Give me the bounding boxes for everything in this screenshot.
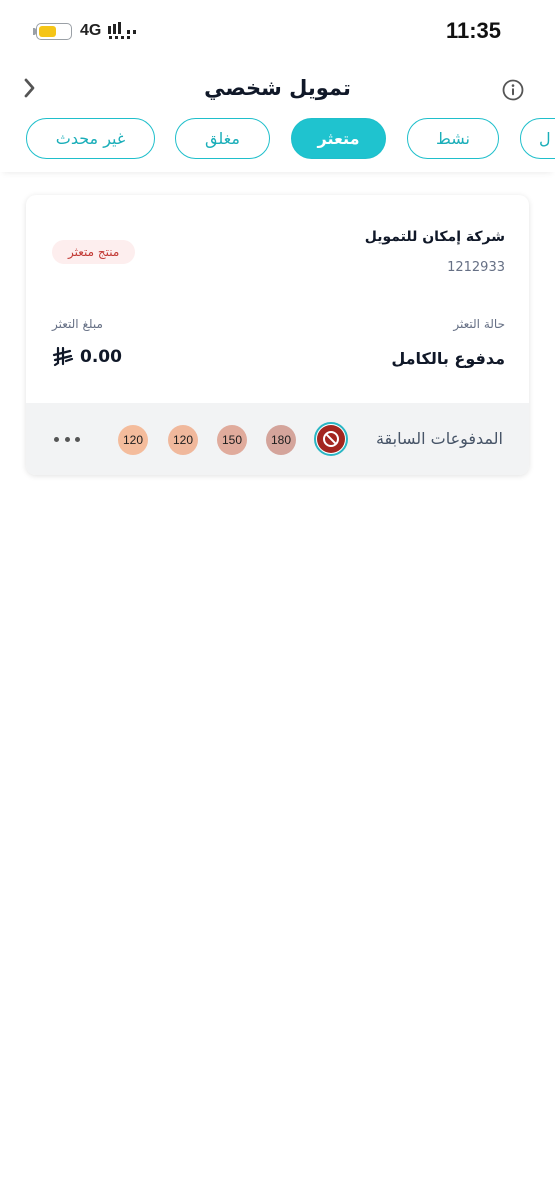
more-dots-icon[interactable] (54, 427, 80, 451)
network-type: 4G (80, 22, 102, 39)
tab-not-updated[interactable]: غير محدث (26, 118, 155, 159)
filter-tabs: غير محدث مغلق متعثر نشط ل (0, 118, 555, 172)
reference-number: 1212933 (447, 260, 505, 275)
payment-circle: 120 (118, 425, 148, 455)
tab-all[interactable]: ل (520, 118, 555, 159)
company-name: شركة إمكان للتمويل (364, 229, 505, 245)
previous-payments-label: المدفوعات السابقة (375, 429, 503, 448)
default-status-value: مدفوع بالكامل (391, 349, 505, 368)
riyal-symbol-icon (52, 347, 74, 367)
clock: 11:35 (445, 18, 501, 43)
tab-active[interactable]: نشط (407, 118, 499, 159)
amount-value: 0.00 (80, 347, 122, 367)
default-status-label: حالة التعثر (453, 317, 505, 331)
payment-circle: 180 (266, 425, 296, 455)
payment-circle: 150 (217, 425, 247, 455)
info-icon[interactable] (501, 78, 525, 102)
battery-tip (33, 28, 36, 35)
blocked-icon (314, 422, 348, 456)
battery-icon (36, 23, 72, 40)
tab-defaulted[interactable]: متعثر (291, 118, 386, 159)
payment-circle: 120 (168, 425, 198, 455)
default-amount-label: مبلغ التعثر (52, 317, 103, 331)
default-amount: 0.00 (52, 347, 122, 367)
page-title: تمويل شخصي (204, 76, 351, 100)
previous-payments-bar: المدفوعات السابقة 180 150 120 120 (26, 403, 529, 475)
signal-icon (108, 22, 136, 39)
tab-closed[interactable]: مغلق (175, 118, 270, 159)
finance-card[interactable]: شركة إمكان للتمويل 1212933 منتج متعثر حا… (26, 195, 529, 475)
header: تمويل شخصي (0, 62, 555, 118)
status-badge: منتج متعثر (52, 240, 136, 264)
status-bar: 4G 11:35 (0, 0, 555, 62)
battery-level (39, 26, 57, 37)
